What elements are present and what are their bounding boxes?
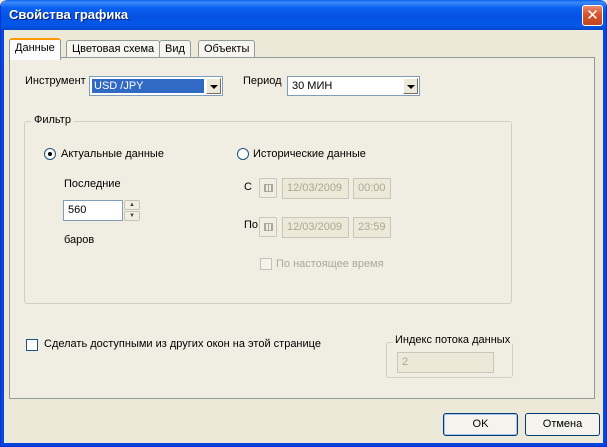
close-icon: ✕ <box>586 6 599 24</box>
tab-color-scheme-label: Цветовая схема <box>72 43 155 55</box>
instrument-select[interactable]: USD /JPY <box>89 76 223 96</box>
tab-view-label: Вид <box>165 43 185 55</box>
instrument-value: USD /JPY <box>92 79 204 93</box>
bars-count-input[interactable]: 560 <box>63 200 123 221</box>
instrument-label: Инструмент <box>25 75 86 87</box>
from-label: С <box>244 181 252 193</box>
period-value: 30 МИН <box>292 80 333 92</box>
share-label[interactable]: Сделать доступными из других окон на это… <box>44 338 321 350</box>
instrument-chevron-down-icon[interactable] <box>206 78 221 94</box>
ok-label: OK <box>472 418 489 430</box>
tab-objects-label: Объекты <box>204 43 250 55</box>
from-date-value: 12/03/2009 <box>287 182 343 194</box>
actual-data-radio[interactable] <box>44 148 56 160</box>
to-time-input[interactable]: 23:59 <box>353 217 391 238</box>
historical-data-radio[interactable] <box>237 148 249 160</box>
tab-color-scheme[interactable]: Цветовая схема <box>66 40 161 58</box>
bars-count-stepper[interactable]: ▲ ▼ <box>124 200 140 221</box>
data-stream-input[interactable]: 2 <box>397 352 494 373</box>
to-label: По <box>244 219 259 231</box>
title-bar[interactable]: Свойства графика ✕ <box>1 0 606 30</box>
tab-objects[interactable]: Объекты <box>198 40 256 58</box>
ok-button[interactable]: OK <box>443 413 518 436</box>
bars-unit-label: баров <box>64 234 95 246</box>
to-time-value: 23:59 <box>358 221 386 233</box>
last-bars-label: Последние <box>64 178 121 190</box>
window-title: Свойства графика <box>9 7 129 22</box>
tab-view[interactable]: Вид <box>159 40 191 58</box>
to-date-input[interactable]: 12/03/2009 <box>282 217 349 238</box>
spin-down-icon[interactable]: ▼ <box>124 211 140 221</box>
to-now-checkbox[interactable] <box>260 258 272 270</box>
to-date-value: 12/03/2009 <box>287 221 343 233</box>
to-calendar-icon[interactable] <box>259 217 277 237</box>
period-select[interactable]: 30 МИН <box>287 76 420 96</box>
to-now-label: По настоящее время <box>276 258 384 270</box>
bars-count-value: 560 <box>68 204 87 216</box>
tab-data[interactable]: Данные <box>9 38 61 60</box>
close-button[interactable]: ✕ <box>582 5 603 26</box>
cancel-button[interactable]: Отмена <box>525 413 600 436</box>
properties-dialog: Свойства графика ✕ Данные Цветовая схема… <box>0 0 607 447</box>
from-time-input[interactable]: 00:00 <box>353 178 391 199</box>
window-frame-right <box>603 30 606 446</box>
window-frame-bottom <box>1 443 606 446</box>
data-stream-value: 2 <box>402 356 409 368</box>
cancel-label: Отмена <box>542 418 583 430</box>
from-time-value: 00:00 <box>358 182 386 194</box>
share-checkbox[interactable] <box>26 339 38 351</box>
actual-data-label[interactable]: Актуальные данные <box>61 148 164 160</box>
tab-data-label: Данные <box>15 42 55 54</box>
period-label: Период <box>243 75 282 87</box>
historical-data-label[interactable]: Исторические данные <box>253 148 366 160</box>
filter-legend: Фильтр <box>31 114 74 126</box>
from-calendar-icon[interactable] <box>259 178 277 198</box>
from-date-input[interactable]: 12/03/2009 <box>282 178 349 199</box>
spin-up-icon[interactable]: ▲ <box>124 200 140 210</box>
window-frame-left <box>1 30 4 446</box>
period-chevron-down-icon[interactable] <box>403 78 418 94</box>
data-stream-label: Индекс потока данных <box>393 334 513 346</box>
